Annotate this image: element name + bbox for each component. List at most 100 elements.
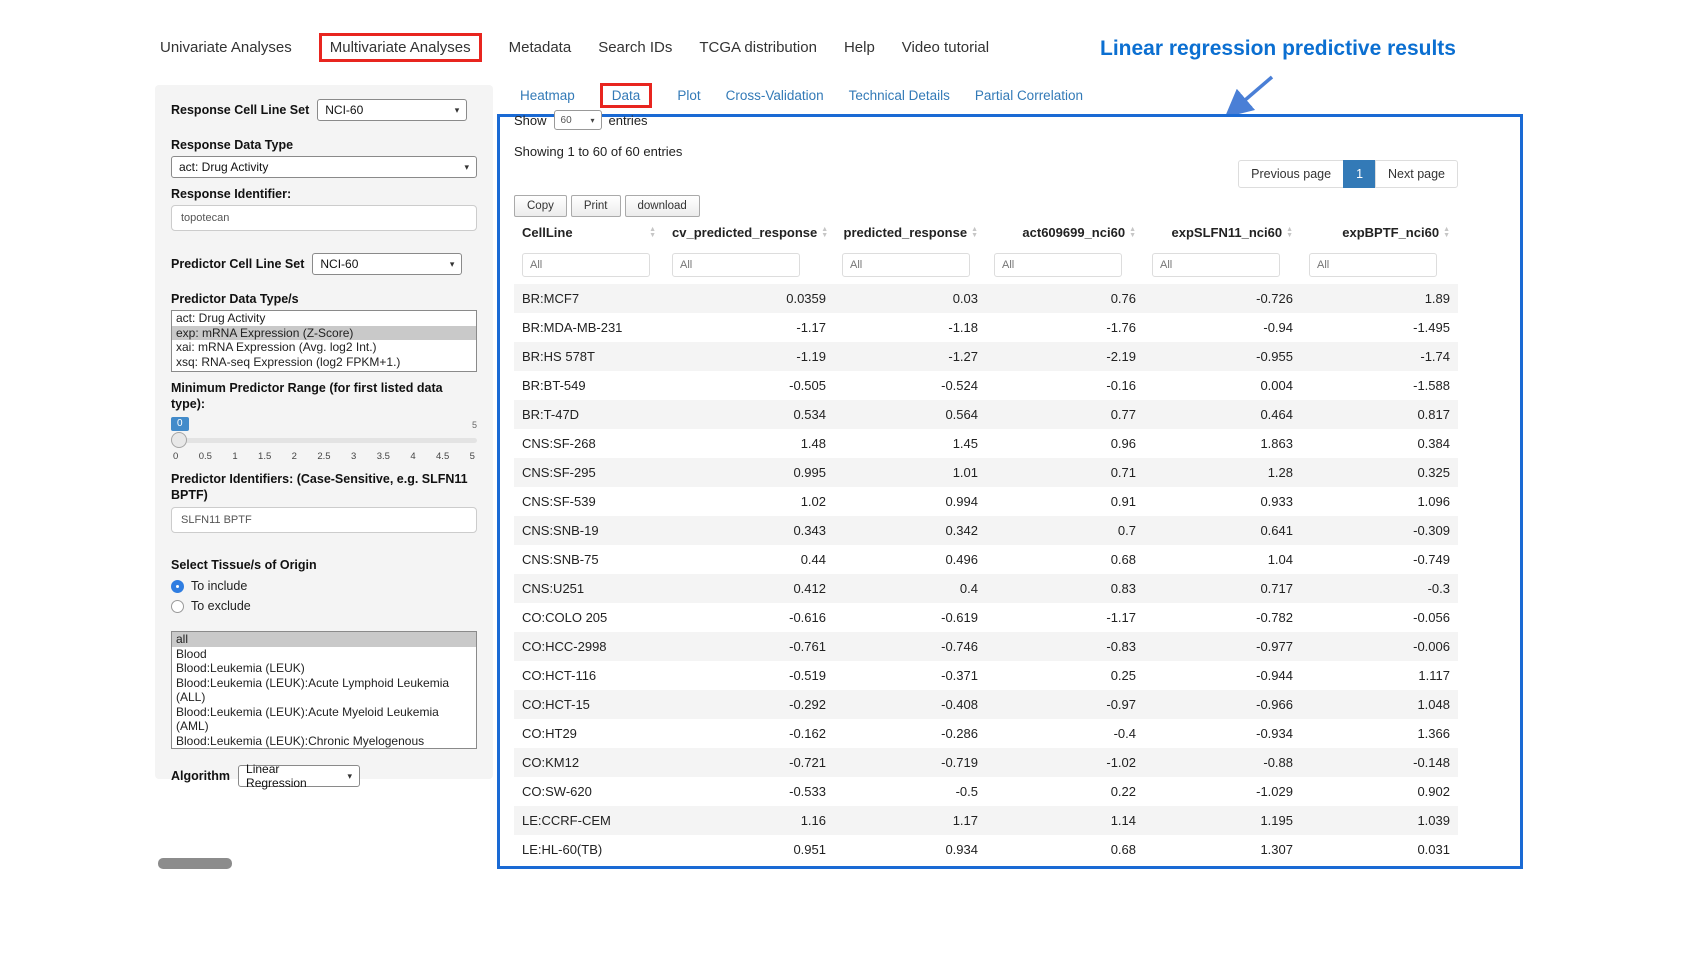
- value-cell: 0.22: [986, 777, 1144, 806]
- predictor-data-type-list[interactable]: act: Drug Activityexp: mRNA Expression (…: [171, 310, 477, 372]
- tab-data[interactable]: Data: [600, 83, 653, 108]
- nav-item-tcga-distribution[interactable]: TCGA distribution: [699, 39, 817, 56]
- tissue-option[interactable]: Blood:Leukemia (LEUK): [172, 661, 476, 676]
- cell-line-cell: BR:MDA-MB-231: [514, 313, 664, 342]
- tissue-list[interactable]: allBloodBlood:Leukemia (LEUK)Blood:Leuke…: [171, 631, 477, 749]
- previous-page-button[interactable]: Previous page: [1238, 160, 1344, 188]
- value-cell: 0.68: [986, 545, 1144, 574]
- value-cell: -0.88: [1144, 748, 1301, 777]
- value-cell: 0.004: [1144, 371, 1301, 400]
- results-panel: Show 60 ▾ entries Showing 1 to 60 of 60 …: [497, 114, 1523, 869]
- value-cell: 0.534: [664, 400, 834, 429]
- nav-item-video-tutorial[interactable]: Video tutorial: [902, 39, 989, 56]
- sort-icon[interactable]: ▲▼: [971, 227, 978, 239]
- cell-line-cell: CO:HCT-15: [514, 690, 664, 719]
- value-cell: 0.995: [664, 458, 834, 487]
- tab-technical-details[interactable]: Technical Details: [849, 88, 950, 103]
- sort-icon[interactable]: ▲▼: [821, 227, 828, 239]
- value-cell: -0.524: [834, 371, 986, 400]
- annotation-title: Linear regression predictive results: [1060, 37, 1496, 61]
- value-cell: 0.031: [1301, 835, 1458, 864]
- predictor-identifiers-input[interactable]: [171, 507, 477, 533]
- nav-item-univariate-analyses[interactable]: Univariate Analyses: [160, 39, 292, 56]
- predictor-cell-line-set-select[interactable]: NCI-60 ▾: [312, 253, 462, 275]
- tissue-option[interactable]: Blood:Leukemia (LEUK):Acute Myeloid Leuk…: [172, 705, 476, 734]
- cell-line-cell: CNS:SF-539: [514, 487, 664, 516]
- copy-button[interactable]: Copy: [514, 195, 567, 217]
- value-cell: -1.18: [834, 313, 986, 342]
- column-filter-input-act609699-nci60[interactable]: [994, 253, 1122, 277]
- value-cell: 0.96: [986, 429, 1144, 458]
- column-header-expslfn11-nci60[interactable]: expSLFN11_nci60▲▼: [1144, 219, 1301, 246]
- tissue-include-radio[interactable]: To include: [171, 579, 477, 593]
- sort-icon[interactable]: ▲▼: [649, 227, 656, 239]
- value-cell: -2.19: [986, 342, 1144, 371]
- cell-line-cell: CO:HT29: [514, 719, 664, 748]
- chevron-down-icon: ▾: [348, 771, 353, 782]
- algorithm-select[interactable]: Linear Regression ▾: [238, 765, 360, 787]
- nav-item-search-ids[interactable]: Search IDs: [598, 39, 672, 56]
- tissue-option[interactable]: Blood: [172, 647, 476, 662]
- tab-cross-validation[interactable]: Cross-Validation: [726, 88, 824, 103]
- value-cell: -0.94: [1144, 313, 1301, 342]
- value-cell: 0.71: [986, 458, 1144, 487]
- column-header-cellline[interactable]: CellLine▲▼: [514, 219, 664, 246]
- radio-selected-icon[interactable]: [171, 580, 184, 593]
- slider-handle[interactable]: [171, 432, 187, 448]
- column-header-expbptf-nci60[interactable]: expBPTF_nci60▲▼: [1301, 219, 1458, 246]
- pagination: Previous page 1 Next page: [1238, 160, 1458, 188]
- predictor-data-type-option[interactable]: xsq: RNA-seq Expression (log2 FPKM+1.): [172, 355, 476, 370]
- predictor-data-type-option[interactable]: act: Drug Activity: [172, 311, 476, 326]
- column-filter-input-expslfn11-nci60[interactable]: [1152, 253, 1280, 277]
- response-identifier-input[interactable]: [171, 205, 477, 231]
- print-button[interactable]: Print: [571, 195, 621, 217]
- cell-line-cell: CO:KM12: [514, 748, 664, 777]
- table-body: BR:MCF70.03590.030.76-0.7261.89BR:MDA-MB…: [514, 284, 1458, 864]
- table-row: CNS:SF-5391.020.9940.910.9331.096: [514, 487, 1458, 516]
- tissue-origin-label: Select Tissue/s of Origin: [171, 557, 477, 573]
- slider-tick-label: 2: [292, 451, 297, 462]
- column-header-act609699-nci60[interactable]: act609699_nci60▲▼: [986, 219, 1144, 246]
- nav-item-multivariate-analyses[interactable]: Multivariate Analyses: [319, 33, 482, 62]
- response-data-type-label: Response Data Type: [171, 137, 477, 153]
- predictor-data-type-option[interactable]: exp: mRNA Expression (Z-Score): [172, 326, 476, 341]
- sort-icon[interactable]: ▲▼: [1443, 227, 1450, 239]
- response-cell-line-set-select[interactable]: NCI-60 ▾: [317, 99, 467, 121]
- column-filter-input-cv-predicted-response[interactable]: [672, 253, 800, 277]
- nav-item-metadata[interactable]: Metadata: [509, 39, 572, 56]
- radio-unselected-icon[interactable]: [171, 600, 184, 613]
- predictor-data-type-label: Predictor Data Type/s: [171, 291, 477, 307]
- download-button[interactable]: download: [625, 195, 700, 217]
- predictor-data-type-option[interactable]: xai: mRNA Expression (Avg. log2 Int.): [172, 340, 476, 355]
- tissue-option[interactable]: Blood:Leukemia (LEUK):Acute Lymphoid Leu…: [172, 676, 476, 705]
- column-filter-input-predicted-response[interactable]: [842, 253, 970, 277]
- sort-icon[interactable]: ▲▼: [1286, 227, 1293, 239]
- value-cell: 1.02: [664, 487, 834, 516]
- tab-partial-correlation[interactable]: Partial Correlation: [975, 88, 1083, 103]
- column-header-cv-predicted-response[interactable]: cv_predicted_response▲▼: [664, 219, 834, 246]
- column-header-predicted-response[interactable]: predicted_response▲▼: [834, 219, 986, 246]
- cell-line-cell: CNS:SNB-75: [514, 545, 664, 574]
- cell-line-cell: LE:CCRF-CEM: [514, 806, 664, 835]
- tissue-option[interactable]: all: [172, 632, 476, 647]
- column-filter-input-cellline[interactable]: [522, 253, 650, 277]
- column-filter-input-expbptf-nci60[interactable]: [1309, 253, 1437, 277]
- slider-track[interactable]: [171, 438, 477, 443]
- tissue-exclude-radio[interactable]: To exclude: [171, 599, 477, 613]
- tab-heatmap[interactable]: Heatmap: [520, 88, 575, 103]
- predictor-cell-line-set-label: Predictor Cell Line Set: [171, 256, 304, 272]
- current-page-button[interactable]: 1: [1343, 160, 1376, 188]
- next-page-button[interactable]: Next page: [1375, 160, 1458, 188]
- tab-plot[interactable]: Plot: [677, 88, 700, 103]
- value-cell: 0.902: [1301, 777, 1458, 806]
- nav-item-help[interactable]: Help: [844, 39, 875, 56]
- response-data-type-select[interactable]: act: Drug Activity ▾: [171, 156, 477, 178]
- sort-icon[interactable]: ▲▼: [1129, 227, 1136, 239]
- page-length-select[interactable]: 60 ▾: [554, 110, 602, 130]
- value-cell: -0.519: [664, 661, 834, 690]
- slider-tick-label: 5: [470, 451, 475, 462]
- value-cell: -0.309: [1301, 516, 1458, 545]
- tissue-option[interactable]: Blood:Leukemia (LEUK):Chronic Myelogenou…: [172, 734, 476, 750]
- table-row: BR:BT-549-0.505-0.524-0.160.004-1.588: [514, 371, 1458, 400]
- cell-line-cell: CNS:SF-295: [514, 458, 664, 487]
